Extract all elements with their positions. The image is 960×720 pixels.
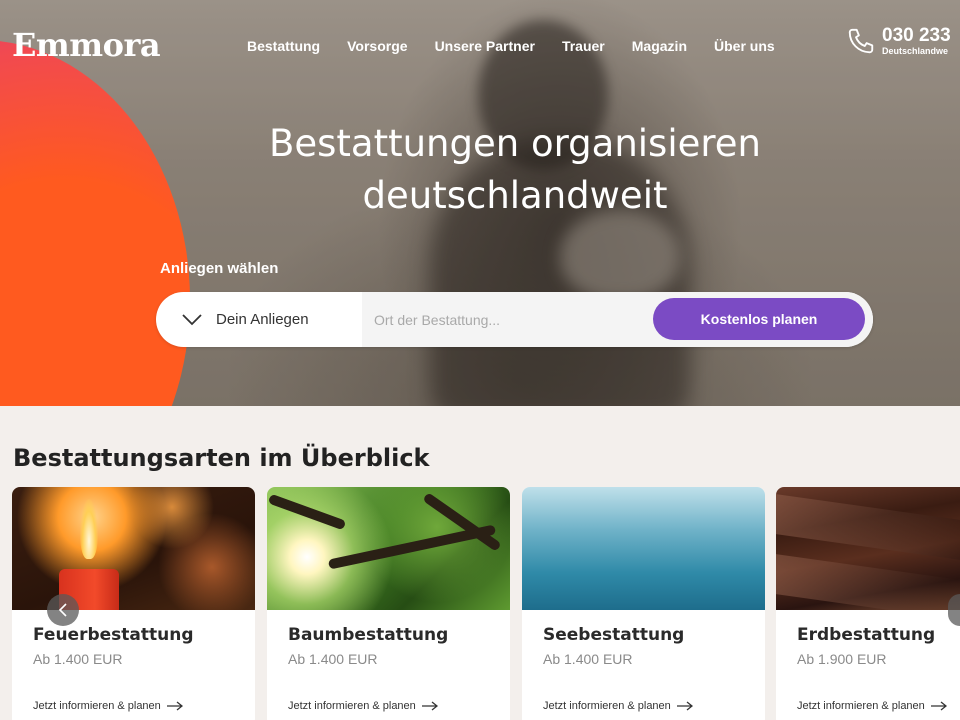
chevron-down-icon (182, 313, 202, 325)
logo[interactable]: Emmora (12, 26, 161, 64)
card-price: Ab 1.900 EUR (797, 651, 887, 667)
card-title: Baumbestattung (288, 625, 449, 645)
main-nav: Bestattung Vorsorge Unsere Partner Traue… (247, 38, 775, 54)
nav-item-ueber-uns[interactable]: Über uns (714, 38, 775, 54)
hero-title: Bestattungen organisieren deutschlandwei… (0, 118, 960, 222)
phone-number: 030 233 (882, 25, 951, 46)
nav-item-trauer[interactable]: Trauer (562, 38, 605, 54)
card-seebestattung[interactable]: Seebestattung Ab 1.400 EUR Jetzt informi… (522, 487, 765, 720)
card-link-label: Jetzt informieren & planen (288, 700, 416, 712)
hero-banner: Emmora Bestattung Vorsorge Unsere Partne… (0, 0, 960, 406)
card-link[interactable]: Jetzt informieren & planen (288, 700, 438, 712)
arrow-right-icon (676, 701, 693, 711)
coffin-stripe (776, 554, 960, 610)
card-carousel: Feuerbestattung Ab 1.400 EUR Jetzt infor… (12, 487, 960, 720)
phone-subtext: Deutschlandwe (882, 46, 949, 56)
card-price: Ab 1.400 EUR (288, 651, 378, 667)
card-title: Seebestattung (543, 625, 685, 645)
phone-contact[interactable]: 030 233 Deutschlandwe (846, 26, 951, 56)
card-erdbestattung[interactable]: Erdbestattung Ab 1.900 EUR Jetzt informi… (776, 487, 960, 720)
phone-icon (848, 28, 874, 54)
anliegen-label: Anliegen wählen (160, 260, 279, 277)
card-link-label: Jetzt informieren & planen (543, 700, 671, 712)
hero-title-line1: Bestattungen organisieren (268, 122, 761, 165)
section-title: Bestattungsarten im Überblick (13, 444, 430, 472)
nav-item-bestattung[interactable]: Bestattung (247, 38, 320, 54)
carousel-next-button[interactable] (948, 594, 960, 626)
coffin-stripe (776, 494, 960, 560)
card-link[interactable]: Jetzt informieren & planen (543, 700, 693, 712)
nav-item-vorsorge[interactable]: Vorsorge (347, 38, 407, 54)
card-price: Ab 1.400 EUR (543, 651, 633, 667)
card-image-tree (267, 487, 510, 610)
card-baumbestattung[interactable]: Baumbestattung Ab 1.400 EUR Jetzt inform… (267, 487, 510, 720)
nav-item-magazin[interactable]: Magazin (632, 38, 687, 54)
anliegen-select[interactable]: Dein Anliegen (156, 292, 362, 347)
card-link[interactable]: Jetzt informieren & planen (797, 700, 947, 712)
anliegen-select-value: Dein Anliegen (216, 311, 309, 328)
card-title: Erdbestattung (797, 625, 936, 645)
flame-shape (80, 499, 98, 559)
chevron-left-icon (58, 603, 67, 617)
card-link-label: Jetzt informieren & planen (797, 700, 925, 712)
arrow-right-icon (421, 701, 438, 711)
branch-shape (267, 493, 347, 531)
card-price: Ab 1.400 EUR (33, 651, 123, 667)
nav-item-unsere-partner[interactable]: Unsere Partner (435, 38, 535, 54)
kostenlos-planen-button[interactable]: Kostenlos planen (653, 298, 865, 340)
hero-title-line2: deutschlandweit (362, 174, 668, 217)
card-link[interactable]: Jetzt informieren & planen (33, 700, 183, 712)
arrow-right-icon (166, 701, 183, 711)
search-bar: Dein Anliegen Kostenlos planen (156, 292, 873, 347)
card-link-label: Jetzt informieren & planen (33, 700, 161, 712)
card-image-candle (12, 487, 255, 610)
card-image-coffin (776, 487, 960, 610)
arrow-right-icon (930, 701, 947, 711)
card-image-sea (522, 487, 765, 610)
card-title: Feuerbestattung (33, 625, 194, 645)
carousel-prev-button[interactable] (47, 594, 79, 626)
